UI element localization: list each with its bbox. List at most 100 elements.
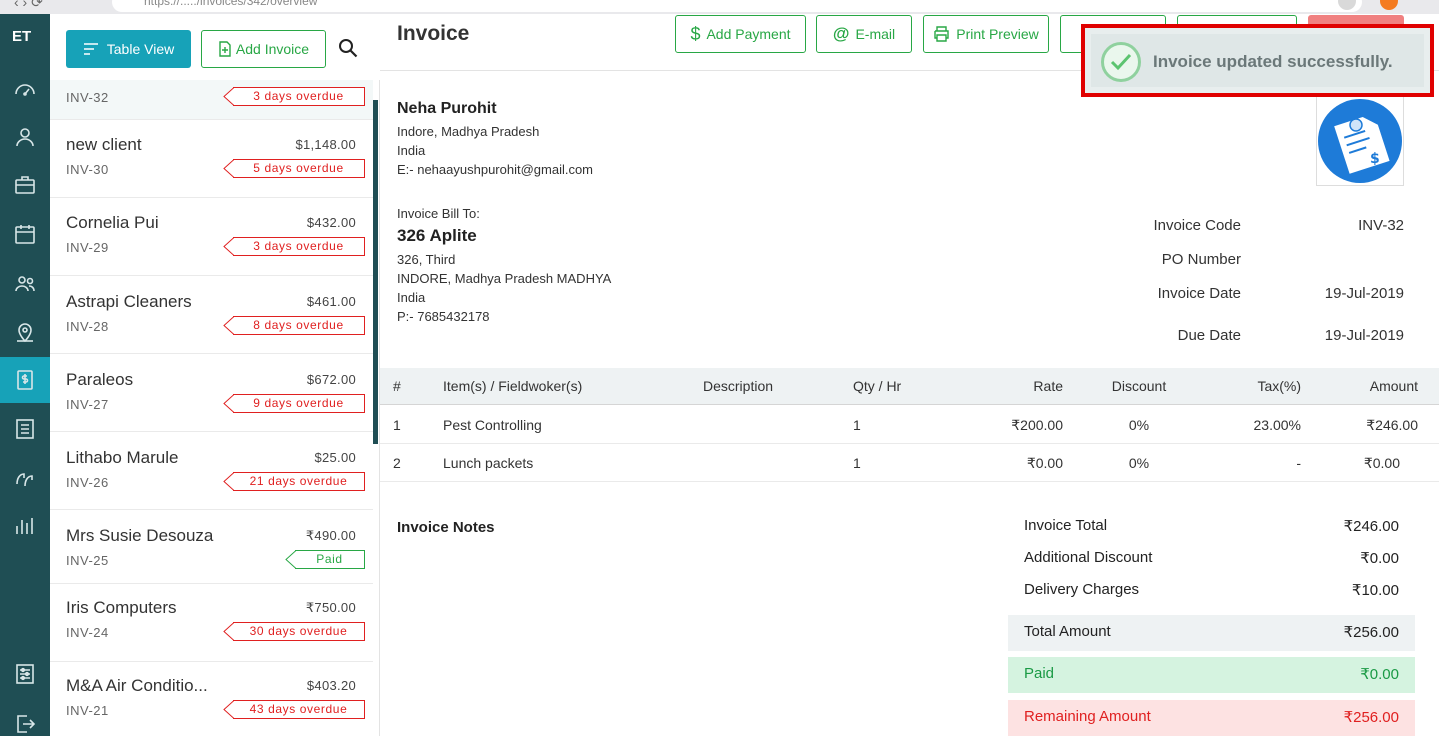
row-rate: ₹200.00: [1011, 417, 1063, 433]
add-file-icon: [219, 41, 231, 57]
col-rate: Rate: [1033, 378, 1063, 394]
status-badge: 30 days overdue: [223, 622, 365, 641]
dashboard-icon[interactable]: [0, 67, 50, 113]
invoice-code: INV-24: [66, 625, 109, 640]
success-toast[interactable]: Invoice updated successfully.: [1081, 24, 1434, 97]
invoice-notes-label: Invoice Notes: [397, 519, 495, 536]
email-label: E-mail: [855, 26, 896, 42]
remaining-amount-row: Remaining Amount ₹256.00: [1008, 700, 1415, 736]
invoice-date-value: 19-Jul-2019: [1324, 285, 1404, 302]
print-preview-button[interactable]: Print Preview: [923, 15, 1049, 53]
col-number: #: [393, 378, 401, 394]
invoice-list-item[interactable]: INV-32 3 days overdue: [50, 80, 373, 120]
invoice-code: INV-30: [66, 162, 109, 177]
bill-to-phone: P:- 7685432178: [397, 309, 490, 324]
profile-avatar[interactable]: [1380, 0, 1398, 10]
invoice-list-item[interactable]: Lithabo Marule $25.00 INV-26 21 days ove…: [50, 432, 373, 510]
col-discount: Discount: [1111, 378, 1167, 394]
bill-to-street: 326, Third: [397, 252, 456, 267]
additional-discount-value: ₹0.00: [1360, 550, 1399, 567]
app-logo[interactable]: ET: [12, 28, 38, 52]
settings-sliders-icon[interactable]: [0, 651, 50, 697]
col-amount: Amount: [1369, 378, 1418, 394]
add-invoice-button[interactable]: Add Invoice: [201, 30, 326, 68]
table-row: 1 Pest Controlling 1 ₹200.00 0% 23.00% ₹…: [380, 406, 1439, 444]
invoice-amount: $432.00: [306, 215, 356, 230]
invoice-detail: Invoice $ Add Payment @ E-mail Print Pre…: [380, 14, 1439, 736]
invoice-code: INV-29: [66, 240, 109, 255]
logout-icon[interactable]: [0, 701, 50, 747]
paid-label: Paid: [1024, 665, 1055, 682]
row-qty: 1: [853, 417, 861, 433]
row-item: Pest Controlling: [443, 417, 542, 433]
map-pin-icon[interactable]: [0, 309, 50, 355]
app-sidebar: ET: [0, 14, 50, 736]
client-name: Lithabo Marule: [66, 448, 179, 467]
printer-icon: [934, 26, 949, 42]
po-number-label: PO Number: [1161, 251, 1241, 268]
paid-value: ₹0.00: [1360, 666, 1399, 683]
row-discount: 0%: [1128, 417, 1150, 433]
total-amount-label: Total Amount: [1024, 623, 1111, 640]
address-bar[interactable]: https://...../invoices/342/overview: [112, 0, 1362, 12]
invoice-list-item[interactable]: Astrapi Cleaners $461.00 INV-28 8 days o…: [50, 276, 373, 354]
search-icon[interactable]: [338, 38, 358, 58]
list-scrollbar[interactable]: [373, 100, 378, 444]
back-forward-icon[interactable]: ‹ › ⟳: [14, 0, 43, 11]
team-icon[interactable]: [0, 261, 50, 307]
col-description: Description: [703, 378, 774, 394]
invoice-list-item[interactable]: M&A Air Conditio... $403.20 INV-21 43 da…: [50, 662, 373, 736]
invoice-list-item[interactable]: Paraleos $672.00 INV-27 9 days overdue: [50, 354, 373, 432]
client-name: M&A Air Conditio...: [66, 676, 208, 695]
calendar-icon[interactable]: [0, 211, 50, 257]
user-icon[interactable]: [0, 114, 50, 160]
line-items-header: # Item(s) / Fieldwoker(s) Description Qt…: [380, 368, 1439, 405]
client-name: new client: [66, 135, 142, 154]
row-tax: -: [1296, 455, 1301, 471]
invoice-list: INV-32 3 days overdue new client $1,148.…: [50, 80, 373, 736]
chat-icon[interactable]: [0, 455, 50, 501]
seller-info: Neha Purohit Indore, Madhya Pradesh Indi…: [397, 100, 593, 179]
status-badge: Paid: [285, 550, 365, 569]
bill-to-info: Invoice Bill To: 326 Aplite 326, Third I…: [397, 204, 611, 326]
invoice-total-label: Invoice Total: [1024, 517, 1108, 534]
client-name: Cornelia Pui: [66, 213, 159, 232]
row-tax: 23.00%: [1253, 417, 1301, 433]
toast-message: Invoice updated successfully.: [1153, 52, 1393, 71]
briefcase-icon[interactable]: [0, 162, 50, 208]
seller-country: India: [397, 143, 426, 158]
invoice-dollar-icon[interactable]: [0, 357, 50, 403]
invoice-list-panel: Table View Add Invoice INV-32 3 days ove…: [50, 14, 380, 736]
invoice-list-item[interactable]: Mrs Susie Desouza ₹490.00 INV-25 Paid: [50, 510, 373, 584]
delivery-charges-value: ₹10.00: [1351, 582, 1399, 599]
status-badge: 5 days overdue: [223, 159, 365, 178]
invoice-amount: ₹490.00: [305, 528, 356, 543]
invoice-list-item[interactable]: Iris Computers ₹750.00 INV-24 30 days ov…: [50, 584, 373, 662]
status-badge: 21 days overdue: [223, 472, 365, 491]
seller-name: Neha Purohit: [397, 100, 497, 117]
email-button[interactable]: @ E-mail: [816, 15, 912, 53]
table-view-label: Table View: [106, 41, 175, 57]
row-number: 1: [393, 417, 401, 433]
invoice-total-row: Invoice Total ₹246.00: [1008, 509, 1415, 545]
seller-email: E:- nehaayushpurohit@gmail.com: [397, 162, 594, 177]
seller-address: Indore, Madhya Pradesh: [397, 124, 540, 139]
invoice-list-item[interactable]: new client $1,148.00 INV-30 5 days overd…: [50, 120, 373, 198]
bar-chart-icon[interactable]: [0, 503, 50, 549]
invoice-code: INV-28: [66, 319, 109, 334]
list-icon[interactable]: [0, 406, 50, 452]
bill-to-country: India: [397, 290, 426, 305]
add-payment-button[interactable]: $ Add Payment: [675, 15, 806, 53]
row-discount: 0%: [1128, 455, 1150, 471]
add-payment-label: Add Payment: [706, 26, 791, 42]
print-preview-label: Print Preview: [956, 26, 1039, 42]
delivery-charges-label: Delivery Charges: [1024, 581, 1140, 598]
col-qty: Qty / Hr: [853, 378, 902, 394]
invoice-code: INV-32: [66, 90, 109, 105]
invoice-code: INV-27: [66, 397, 109, 412]
table-view-button[interactable]: Table View: [66, 30, 191, 68]
invoice-amount: $672.00: [306, 372, 356, 387]
invoice-amount: $461.00: [306, 294, 356, 309]
invoice-list-item[interactable]: Cornelia Pui $432.00 INV-29 3 days overd…: [50, 198, 373, 276]
row-item: Lunch packets: [443, 455, 534, 471]
